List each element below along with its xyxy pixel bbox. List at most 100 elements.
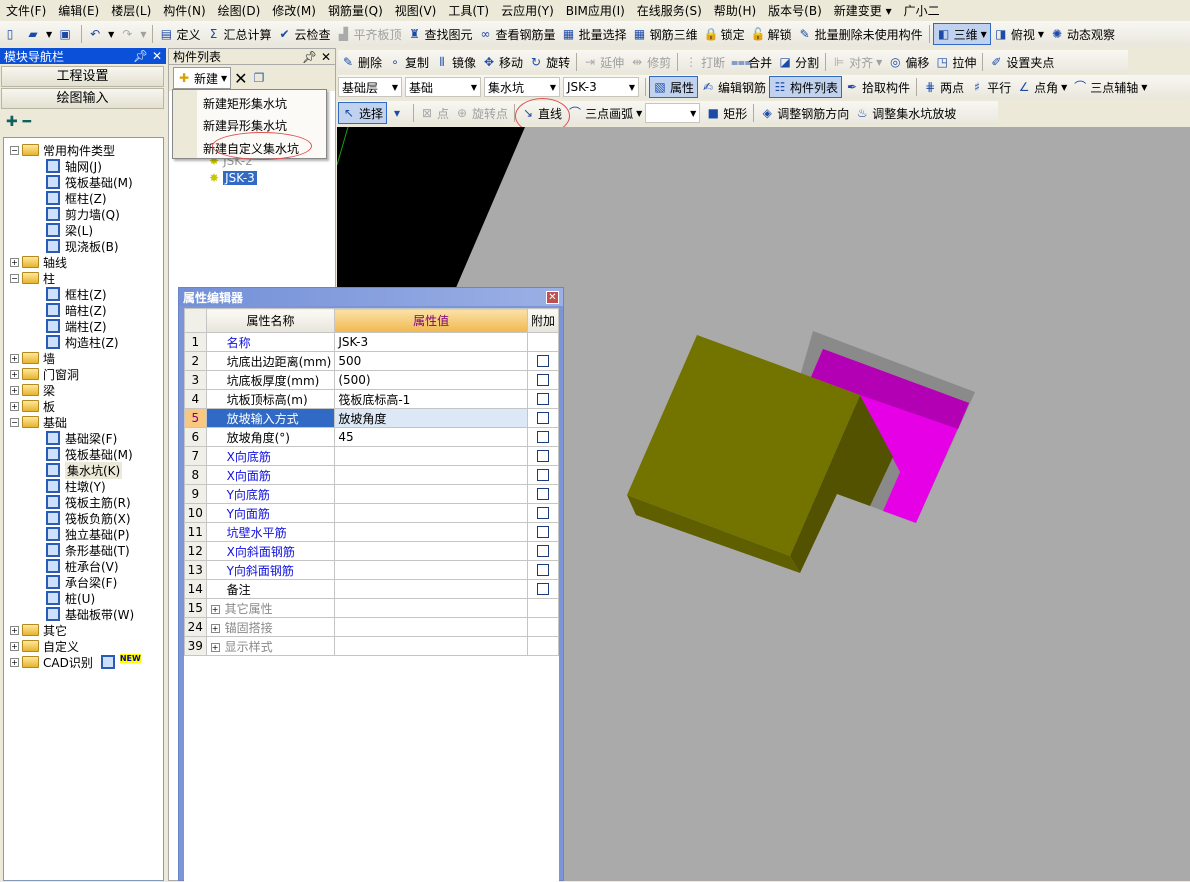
tree-item[interactable]: 筏板主筋(R): [46, 494, 131, 510]
property-value[interactable]: [334, 484, 528, 504]
tree-folder[interactable]: + 梁: [10, 382, 55, 398]
cube-button[interactable]: ◧ 三维 ▼: [932, 23, 991, 45]
tree-folder[interactable]: + 自定义: [10, 638, 79, 654]
property-row[interactable]: 8 X向面筋: [184, 465, 560, 485]
tree-item[interactable]: 桩承台(V): [46, 558, 119, 574]
extra-checkbox[interactable]: [536, 545, 549, 557]
three-point-axis-button[interactable]: ⌒ 三点辅轴 ▼: [1070, 76, 1150, 98]
component-item-jsk-3[interactable]: ✸ JSK-3: [209, 170, 257, 186]
tree-item[interactable]: 基础板带(W): [46, 606, 134, 622]
menu-new-irregular-pit[interactable]: 新建异形集水坑: [203, 117, 287, 134]
arc-button[interactable]: ⌒ 三点画弧 ▼: [565, 102, 645, 124]
unlock-button[interactable]: 🔓 解锁: [748, 23, 795, 45]
expand-icon[interactable]: +: [10, 353, 19, 363]
drawing-input-button[interactable]: 绘图输入: [1, 88, 164, 109]
sigma-button[interactable]: Σ 汇总计算: [203, 23, 274, 45]
menu-item[interactable]: 构件(N): [157, 2, 211, 19]
extra-checkbox[interactable]: [536, 583, 549, 595]
grip-point-button[interactable]: ✐ 设置夹点: [986, 51, 1057, 73]
collapse-all-icon[interactable]: ━: [23, 114, 31, 130]
tree-item[interactable]: 轴网(J): [46, 158, 102, 174]
menu-item[interactable]: 编辑(E): [52, 2, 105, 19]
save-button[interactable]: ▣: [55, 23, 78, 45]
tree-item[interactable]: 筏板基础(M): [46, 174, 133, 190]
expand-icon[interactable]: +: [10, 401, 19, 411]
property-row[interactable]: 2 坑底出边距离(mm) 500: [184, 351, 560, 371]
close-icon[interactable]: ✕: [546, 290, 559, 304]
property-row[interactable]: 10 Y向面筋: [184, 503, 560, 523]
merge-button[interactable]: ⩶ 合并: [728, 51, 775, 73]
point-angle-button[interactable]: ∠ 点角 ▼: [1014, 76, 1070, 98]
property-value[interactable]: [334, 541, 528, 561]
cursor-button[interactable]: ↖ 选择: [338, 102, 388, 124]
component-list-button[interactable]: ☷ 构件列表: [769, 76, 843, 98]
menu-item[interactable]: 绘图(D): [212, 2, 267, 19]
copy-icon[interactable]: ❐: [251, 67, 268, 89]
tree-item[interactable]: 独立基础(P): [46, 526, 130, 542]
stretch-button[interactable]: ◳ 拉伸: [932, 51, 979, 73]
open-folder-button[interactable]: ▰ ▼: [23, 23, 55, 45]
collapse-icon[interactable]: −: [10, 417, 19, 427]
menu-item[interactable]: 文件(F): [0, 2, 52, 19]
define-button[interactable]: ▤ 定义: [156, 23, 203, 45]
tree-item[interactable]: 暗柱(Z): [46, 302, 107, 318]
property-value[interactable]: [334, 560, 528, 580]
undo-button[interactable]: ↶ ▼: [85, 23, 117, 45]
property-value[interactable]: 45: [334, 427, 528, 447]
property-row[interactable]: 6 放坡角度(°) 45: [184, 427, 560, 447]
split-button[interactable]: ◪ 分割: [775, 51, 822, 73]
property-row[interactable]: 24 + 锚固搭接: [184, 617, 560, 637]
tree-folder[interactable]: − 常用构件类型: [10, 142, 115, 158]
extra-checkbox[interactable]: [536, 469, 549, 481]
level-slab-button[interactable]: ▟ 平齐板顶: [334, 23, 405, 45]
orbit-button[interactable]: ✺ 动态观察: [1047, 23, 1118, 45]
copy-button[interactable]: ∘ 复制: [385, 51, 432, 73]
property-row[interactable]: 12 X向斜面钢筋: [184, 541, 560, 561]
expand-icon[interactable]: +: [10, 385, 19, 395]
tree-item[interactable]: 条形基础(T): [46, 542, 130, 558]
rebar-3d-button[interactable]: ▦ 钢筋三维: [630, 23, 701, 45]
tree-item[interactable]: 筏板基础(M): [46, 446, 133, 462]
align-button[interactable]: ⊫ 对齐 ▼: [829, 51, 885, 73]
property-value[interactable]: [334, 579, 528, 599]
delete-icon[interactable]: ✕: [231, 67, 250, 89]
point-button[interactable]: ⊠ 点: [417, 102, 452, 124]
tree-folder[interactable]: + 板: [10, 398, 55, 414]
combo-floor[interactable]: 基础层 ▼: [338, 77, 402, 97]
pick-button[interactable]: ✒ 拾取构件: [842, 76, 913, 98]
tree-folder[interactable]: + CAD识别 NEW: [10, 653, 141, 670]
expand-icon[interactable]: +: [210, 604, 220, 614]
menu-item[interactable]: 广小二: [898, 2, 946, 19]
redo-button[interactable]: ↷ ▼: [117, 23, 149, 45]
property-row[interactable]: 7 X向底筋: [184, 446, 560, 466]
line-type-combo[interactable]: ▼: [645, 103, 701, 123]
property-value[interactable]: [334, 465, 528, 485]
expand-icon[interactable]: +: [10, 641, 19, 651]
tree-item[interactable]: 基础梁(F): [46, 430, 117, 446]
extra-checkbox[interactable]: [536, 488, 549, 500]
menu-item[interactable]: 云应用(Y): [495, 2, 560, 19]
tree-folder[interactable]: + 轴线: [10, 254, 67, 270]
property-row[interactable]: 39 + 显示样式: [184, 636, 560, 656]
tree-item[interactable]: 梁(L): [46, 222, 93, 238]
tree-folder[interactable]: + 墙: [10, 350, 55, 366]
two-point-button[interactable]: ⋕ 两点: [920, 76, 967, 98]
top-view-button[interactable]: ◨ 俯视 ▼: [991, 23, 1047, 45]
property-row[interactable]: 4 坑板顶标高(m) 筏板底标高-1: [184, 389, 560, 409]
expand-icon[interactable]: +: [210, 623, 220, 633]
extra-checkbox[interactable]: [536, 393, 549, 405]
expand-icon[interactable]: +: [10, 657, 19, 667]
property-value[interactable]: 筏板底标高-1: [334, 389, 528, 409]
mirror-button[interactable]: ⫴ 镜像: [432, 51, 479, 73]
menu-item[interactable]: 帮助(H): [708, 2, 762, 19]
combo-component[interactable]: JSK-3 ▼: [563, 77, 639, 97]
delete-button[interactable]: ✎ 删除: [338, 51, 385, 73]
expand-icon[interactable]: +: [10, 369, 19, 379]
menu-item[interactable]: 楼层(L): [105, 2, 157, 19]
property-value[interactable]: [334, 522, 528, 542]
extra-checkbox[interactable]: [536, 431, 549, 443]
extra-checkbox[interactable]: [536, 526, 549, 538]
tree-item[interactable]: 集水坑(K): [46, 461, 123, 479]
edit-rebar-button[interactable]: ✍ 编辑钢筋: [698, 76, 769, 98]
pin-icon[interactable]: 📌︎: [133, 49, 148, 63]
